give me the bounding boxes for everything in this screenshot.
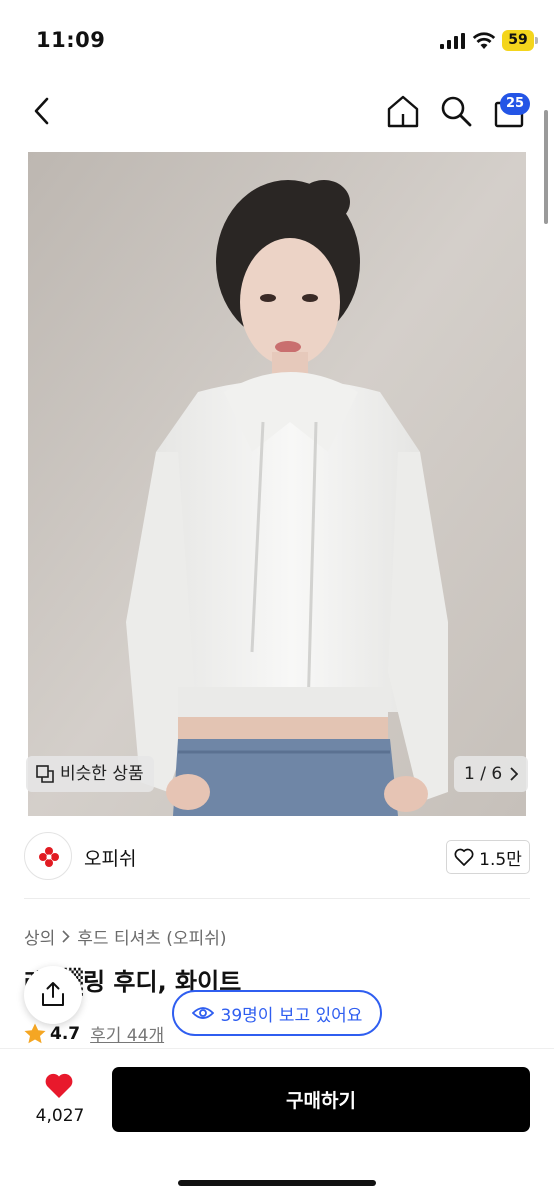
- rating-row: 4.7 후기 44개: [24, 1021, 164, 1046]
- brand-name[interactable]: 오피쉬: [84, 844, 136, 871]
- wifi-icon: [472, 32, 496, 49]
- live-viewers-text: 39명이 보고 있어요: [220, 1005, 363, 1026]
- breadcrumb: 상의 후드 티셔츠 (오피쉬): [24, 924, 226, 949]
- brand-row[interactable]: 오피쉬 1.5만: [0, 830, 554, 886]
- heart-filled-icon: [45, 1073, 73, 1098]
- share-icon: [42, 982, 64, 1006]
- home-icon[interactable]: [386, 94, 420, 128]
- status-time: 11:09: [36, 28, 106, 52]
- home-indicator[interactable]: [178, 1180, 376, 1186]
- battery-indicator: 59: [502, 30, 538, 51]
- review-count-link[interactable]: 후기 44개: [90, 1021, 164, 1046]
- rating-score: 4.7: [50, 1023, 81, 1044]
- image-counter[interactable]: 1 / 6: [454, 756, 529, 792]
- brand-like-button[interactable]: 1.5만: [446, 840, 530, 874]
- chevron-right-icon: [62, 930, 70, 943]
- chevron-right-icon: [510, 767, 519, 781]
- product-photo-illustration: [28, 152, 526, 816]
- top-nav: 25: [0, 80, 554, 146]
- breadcrumb-subcategory[interactable]: 후드 티셔츠 (오피쉬): [77, 924, 226, 949]
- battery-cap: [535, 37, 538, 44]
- buy-button[interactable]: 구매하기: [112, 1067, 530, 1132]
- heart-outline-icon: [454, 848, 474, 866]
- flower-logo-icon: [39, 847, 59, 867]
- brand-logo[interactable]: [24, 832, 72, 880]
- wishlist-count: 4,027: [35, 1106, 85, 1126]
- similar-items-icon: [36, 765, 54, 783]
- cellular-signal-icon: [440, 33, 465, 49]
- search-icon[interactable]: [439, 94, 473, 128]
- similar-products-button[interactable]: 비슷한 상품: [26, 756, 154, 792]
- eye-icon: [191, 1007, 214, 1019]
- star-icon: [24, 1023, 46, 1044]
- scrollbar[interactable]: [544, 110, 548, 224]
- product-image[interactable]: [28, 152, 526, 816]
- back-arrow-icon[interactable]: [26, 94, 60, 128]
- section-divider: [24, 898, 530, 899]
- similar-products-label: 비슷한 상품: [60, 764, 144, 784]
- wishlist-button[interactable]: 4,027: [30, 1070, 88, 1130]
- cart-count-badge: 25: [500, 93, 530, 115]
- share-button[interactable]: [24, 966, 82, 1024]
- status-bar: 11:09 59: [0, 0, 554, 80]
- image-counter-text: 1 / 6: [464, 764, 503, 784]
- brand-like-count: 1.5만: [479, 849, 522, 870]
- battery-level: 59: [502, 30, 534, 51]
- breadcrumb-category[interactable]: 상의: [24, 924, 55, 949]
- live-viewers-badge: 39명이 보고 있어요: [172, 990, 382, 1036]
